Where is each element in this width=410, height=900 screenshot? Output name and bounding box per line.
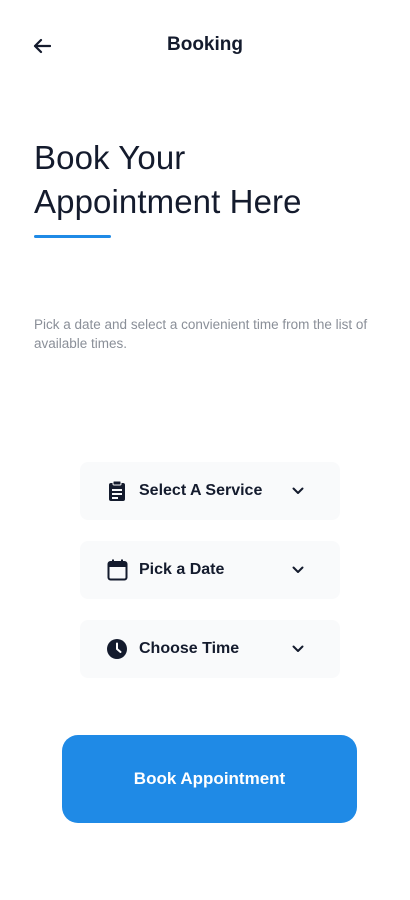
clipboard-icon bbox=[106, 480, 128, 502]
chevron-down-icon bbox=[290, 483, 306, 499]
select-service-label: Select A Service bbox=[139, 482, 263, 499]
headline-underline bbox=[34, 235, 111, 238]
select-service-dropdown[interactable]: Select A Service bbox=[80, 462, 340, 520]
page-title: Booking bbox=[167, 34, 243, 55]
pick-date-dropdown[interactable]: Pick a Date bbox=[80, 541, 340, 599]
chevron-down-icon bbox=[290, 641, 306, 657]
top-bar: Booking bbox=[0, 0, 410, 92]
description-text: Pick a date and select a convienient tim… bbox=[34, 317, 368, 351]
choose-time-dropdown[interactable]: Choose Time bbox=[80, 620, 340, 678]
headline: Book Your Appointment Here bbox=[34, 139, 302, 220]
clock-icon bbox=[106, 638, 128, 660]
chevron-down-icon bbox=[290, 562, 306, 578]
calendar-icon bbox=[106, 559, 128, 581]
pick-date-label: Pick a Date bbox=[139, 561, 225, 578]
book-appointment-button[interactable]: Book Appointment bbox=[62, 735, 357, 823]
choose-time-label: Choose Time bbox=[139, 640, 240, 657]
